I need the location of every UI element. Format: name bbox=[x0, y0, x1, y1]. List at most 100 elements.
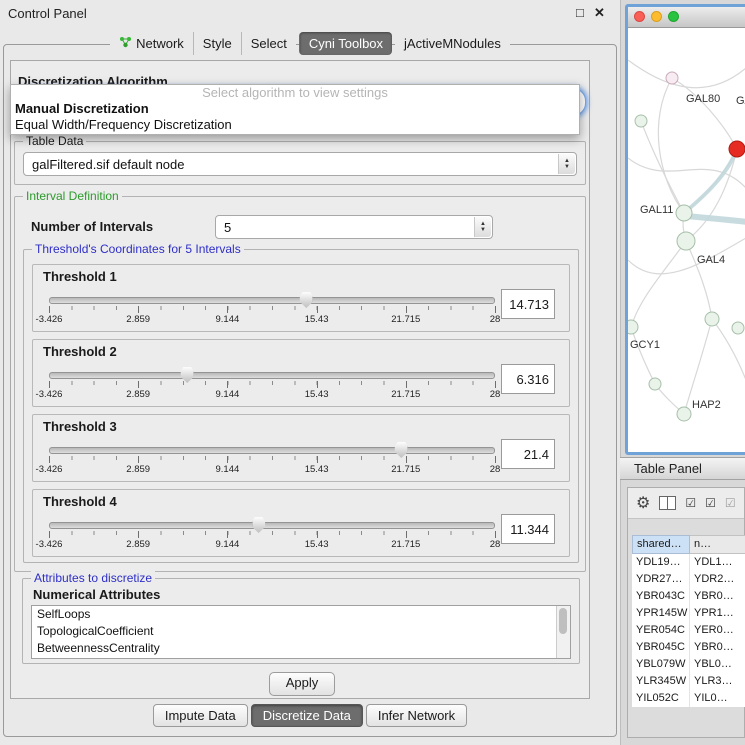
threshold-2-value-field[interactable]: 6.316 bbox=[501, 364, 555, 394]
num-intervals-value: 5 bbox=[224, 216, 231, 238]
traffic-light-close-icon[interactable] bbox=[634, 11, 645, 22]
table-row[interactable]: YER054CYER0… bbox=[632, 622, 745, 639]
table-panel-header[interactable]: Table Panel bbox=[620, 457, 745, 480]
table-row[interactable]: YPR145WYPR1… bbox=[632, 605, 745, 622]
apply-button[interactable]: Apply bbox=[269, 672, 335, 696]
cell[interactable]: YDL19… bbox=[632, 554, 690, 571]
node[interactable] bbox=[635, 115, 647, 127]
checkbox-icon[interactable]: ☑ bbox=[685, 496, 696, 510]
node[interactable] bbox=[705, 312, 719, 326]
cell[interactable]: YBR043C bbox=[632, 588, 690, 605]
tab-cyni-toolbox[interactable]: Cyni Toolbox bbox=[299, 32, 392, 55]
network-canvas[interactable]: GAL80 GAL11 GAL4 GCY1 HAP2 GA bbox=[628, 28, 745, 453]
slider-track[interactable] bbox=[49, 297, 495, 304]
node[interactable] bbox=[649, 378, 661, 390]
table-row[interactable]: YLR345WYLR3… bbox=[632, 673, 745, 690]
node-label-gcy1: GCY1 bbox=[630, 339, 660, 351]
top-tab-bar: Network Style Select Cyni Toolbox jActiv… bbox=[0, 32, 620, 55]
node-gal80[interactable] bbox=[666, 72, 678, 84]
column-header-name[interactable]: n… bbox=[690, 535, 745, 554]
tick-label: 15.43 bbox=[305, 389, 329, 400]
node-gal11[interactable] bbox=[676, 205, 692, 221]
table-panel-window: ⚙ ☑ ☑ ☑ shared… n… YDL19…YDL1… YDR27…YDR… bbox=[627, 487, 745, 738]
cell[interactable]: YBR0… bbox=[690, 588, 745, 605]
cell[interactable]: YPR1… bbox=[690, 605, 745, 622]
table-row[interactable]: YBL079WYBL0… bbox=[632, 656, 745, 673]
numerical-attributes-list[interactable]: SelfLoops TopologicalCoefficient Between… bbox=[31, 605, 571, 659]
cell[interactable]: YIL0… bbox=[690, 690, 745, 707]
cell[interactable]: YBR0… bbox=[690, 639, 745, 656]
table-row[interactable]: YDR27…YDR2… bbox=[632, 571, 745, 588]
slider-track[interactable] bbox=[49, 522, 495, 529]
node-gal4[interactable] bbox=[677, 232, 695, 250]
checkbox-icon[interactable]: ☑ bbox=[725, 496, 736, 510]
network-graph: GAL80 GAL11 GAL4 GCY1 HAP2 GA bbox=[628, 28, 745, 453]
cell[interactable]: YDR27… bbox=[632, 571, 690, 588]
table-data-combobox[interactable]: galFiltered.sif default node ▲ ▼ bbox=[23, 152, 577, 176]
table-row[interactable]: YBR043CYBR0… bbox=[632, 588, 745, 605]
tab-label: Select bbox=[251, 36, 287, 51]
cell[interactable]: YBL0… bbox=[690, 656, 745, 673]
combo-stepper-icon[interactable]: ▲ ▼ bbox=[558, 154, 575, 174]
cell[interactable]: YDL1… bbox=[690, 554, 745, 571]
tab-infer-network[interactable]: Infer Network bbox=[366, 704, 467, 727]
node-hap2[interactable] bbox=[677, 407, 691, 421]
table-row[interactable]: YIL052CYIL0… bbox=[632, 690, 745, 707]
combo-stepper-icon[interactable]: ▲ ▼ bbox=[474, 217, 491, 237]
threshold-2-slider[interactable]: -3.426 2.859 9.144 15.43 21.715 28 bbox=[49, 364, 495, 404]
threshold-3-slider[interactable]: -3.426 2.859 9.144 15.43 21.715 28 bbox=[49, 439, 495, 479]
list-item-selfloops[interactable]: SelfLoops bbox=[32, 606, 570, 623]
threshold-label: Threshold 4 bbox=[43, 494, 559, 510]
threshold-4-value-field[interactable]: 11.344 bbox=[501, 514, 555, 544]
threshold-panel-1: Threshold 1 -3.426 2.859 9.144 15.43 21.… bbox=[32, 264, 570, 332]
num-intervals-combobox[interactable]: 5 ▲ ▼ bbox=[215, 215, 493, 239]
dropdown-option-equal-width[interactable]: Equal Width/Frequency Discretization bbox=[11, 117, 579, 133]
threshold-4-slider[interactable]: -3.426 2.859 9.144 15.43 21.715 28 bbox=[49, 514, 495, 554]
cell[interactable]: YIL052C bbox=[632, 690, 690, 707]
threshold-1-value-field[interactable]: 14.713 bbox=[501, 289, 555, 319]
cell[interactable]: YBR045C bbox=[632, 639, 690, 656]
node-selected-red[interactable] bbox=[729, 141, 745, 157]
list-scrollbar[interactable] bbox=[556, 606, 570, 658]
checkbox-icon[interactable]: ☑ bbox=[705, 496, 716, 510]
table-row[interactable]: YDL19…YDL1… bbox=[632, 554, 745, 571]
tab-style[interactable]: Style bbox=[193, 32, 241, 55]
cell[interactable]: YPR145W bbox=[632, 605, 690, 622]
traffic-light-zoom-icon[interactable] bbox=[668, 11, 679, 22]
cell[interactable]: YER0… bbox=[690, 622, 745, 639]
cell[interactable]: YLR345W bbox=[632, 673, 690, 690]
list-item-betweennesscentrality[interactable]: BetweennessCentrality bbox=[32, 640, 570, 657]
table-row[interactable]: YBR045CYBR0… bbox=[632, 639, 745, 656]
node[interactable] bbox=[732, 322, 744, 334]
tab-discretize-data[interactable]: Discretize Data bbox=[251, 704, 363, 727]
threshold-1-slider[interactable]: -3.426 2.859 9.144 15.43 21.715 28 bbox=[49, 289, 495, 329]
close-window-icon[interactable]: ✕ bbox=[594, 5, 605, 21]
column-header-shared-name[interactable]: shared… bbox=[632, 535, 690, 554]
tab-select[interactable]: Select bbox=[241, 32, 296, 55]
tab-jactivemnodules[interactable]: jActiveMNodules bbox=[395, 32, 510, 55]
cell[interactable]: YLR3… bbox=[690, 673, 745, 690]
tick-label: 2.859 bbox=[126, 539, 150, 550]
gear-icon[interactable]: ⚙ bbox=[636, 493, 650, 513]
node-gcy1[interactable] bbox=[628, 320, 638, 334]
cell[interactable]: YDR2… bbox=[690, 571, 745, 588]
scrollbar-thumb[interactable] bbox=[559, 608, 567, 634]
tab-network[interactable]: Network bbox=[110, 32, 193, 55]
cell[interactable]: YBL079W bbox=[632, 656, 690, 673]
control-panel-titlebar: Control Panel □ ✕ bbox=[0, 0, 620, 26]
float-window-icon[interactable]: □ bbox=[576, 5, 584, 20]
threshold-3-value-field[interactable]: 21.4 bbox=[501, 439, 555, 469]
tick-label: 2.859 bbox=[126, 314, 150, 325]
interval-definition-label: Interval Definition bbox=[23, 189, 122, 203]
node-label-gal11: GAL11 bbox=[640, 204, 673, 216]
arrow-down-icon: ▼ bbox=[564, 164, 570, 170]
cell[interactable]: YER054C bbox=[632, 622, 690, 639]
list-item-topologicalcoefficient[interactable]: TopologicalCoefficient bbox=[32, 623, 570, 640]
major-tick bbox=[495, 531, 496, 538]
tab-impute-data[interactable]: Impute Data bbox=[153, 704, 248, 727]
dropdown-option-manual-discretization[interactable]: Manual Discretization bbox=[11, 101, 579, 117]
slider-track[interactable] bbox=[49, 447, 495, 454]
traffic-light-minimize-icon[interactable] bbox=[651, 11, 662, 22]
slider-track[interactable] bbox=[49, 372, 495, 379]
columns-icon[interactable] bbox=[659, 496, 676, 510]
